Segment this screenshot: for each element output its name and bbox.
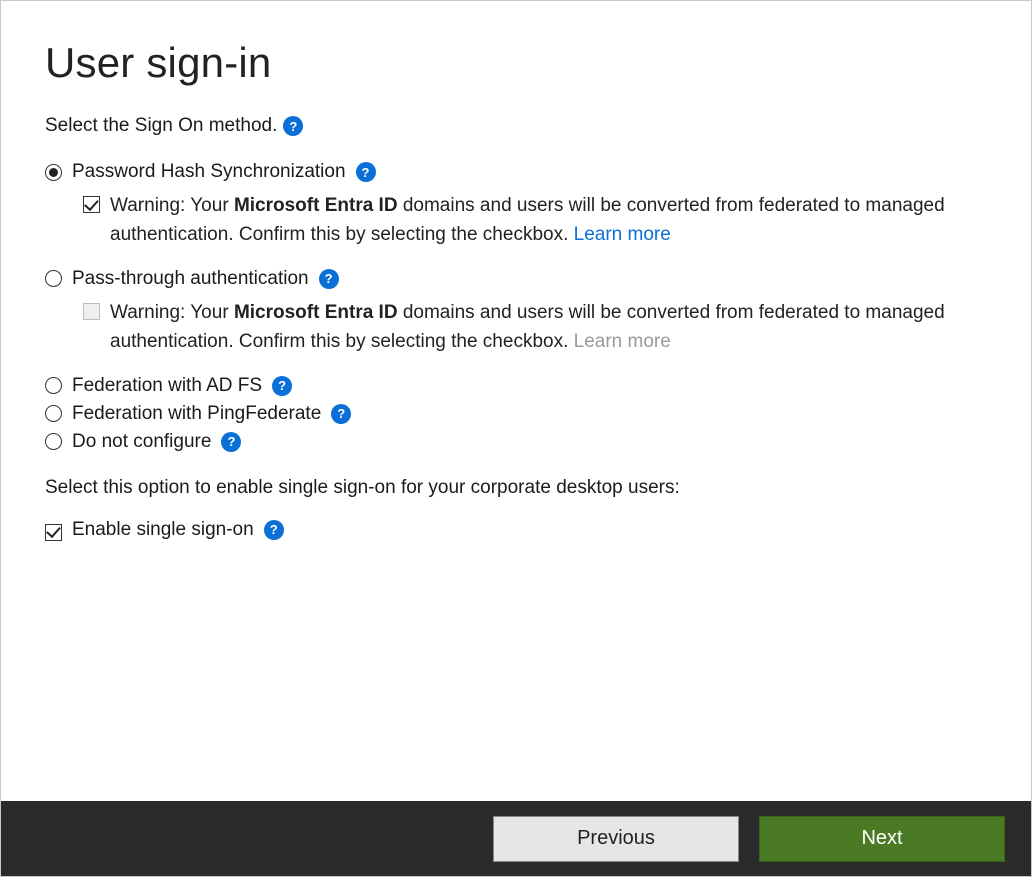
help-icon[interactable] — [356, 162, 376, 182]
radio-label: Federation with PingFederate — [72, 403, 321, 425]
signon-method-group: Password Hash Synchronization Warning: Y… — [45, 161, 987, 453]
help-icon[interactable] — [272, 376, 292, 396]
radio-label: Password Hash Synchronization — [72, 161, 346, 183]
signon-prompt-text: Select the Sign On method. — [45, 115, 277, 137]
help-icon[interactable] — [331, 404, 351, 424]
warning-bold: Microsoft Entra ID — [234, 302, 398, 323]
radio-label: Pass-through authentication — [72, 268, 309, 290]
radio-federation-adfs[interactable]: Federation with AD FS — [45, 375, 987, 397]
wizard-footer: Previous Next — [1, 801, 1031, 876]
radio-pass-through-auth[interactable]: Pass-through authentication — [45, 268, 987, 290]
radio-icon — [45, 405, 62, 422]
next-button[interactable]: Next — [759, 816, 1005, 862]
help-icon[interactable] — [319, 269, 339, 289]
phs-warning-row: Warning: Your Microsoft Entra ID domains… — [83, 191, 987, 250]
radio-password-hash-sync[interactable]: Password Hash Synchronization — [45, 161, 987, 183]
help-icon[interactable] — [221, 432, 241, 452]
pta-warning-checkbox — [83, 303, 100, 320]
warning-prefix: Warning: Your — [110, 195, 234, 216]
enable-sso-label: Enable single sign-on — [72, 519, 254, 541]
phs-warning-checkbox[interactable] — [83, 196, 100, 213]
pta-warning-text: Warning: Your Microsoft Entra ID domains… — [110, 298, 987, 357]
sso-prompt: Select this option to enable single sign… — [45, 477, 987, 499]
radio-label: Do not configure — [72, 431, 211, 453]
pta-warning-row: Warning: Your Microsoft Entra ID domains… — [83, 298, 987, 357]
warning-bold: Microsoft Entra ID — [234, 195, 398, 216]
radio-icon — [45, 164, 62, 181]
previous-button[interactable]: Previous — [493, 816, 739, 862]
phs-warning-text: Warning: Your Microsoft Entra ID domains… — [110, 191, 987, 250]
warning-prefix: Warning: Your — [110, 302, 234, 323]
radio-label: Federation with AD FS — [72, 375, 262, 397]
help-icon[interactable] — [283, 116, 303, 136]
radio-icon — [45, 377, 62, 394]
wizard-content: User sign-in Select the Sign On method. … — [1, 1, 1031, 801]
radio-icon — [45, 433, 62, 450]
help-icon[interactable] — [264, 520, 284, 540]
signon-prompt: Select the Sign On method. — [45, 115, 987, 137]
radio-icon — [45, 270, 62, 287]
radio-federation-pingfederate[interactable]: Federation with PingFederate — [45, 403, 987, 425]
page-title: User sign-in — [45, 39, 987, 87]
learn-more-link[interactable]: Learn more — [574, 224, 671, 245]
enable-sso-checkbox[interactable] — [45, 524, 62, 541]
sso-row: Enable single sign-on — [45, 519, 987, 541]
radio-do-not-configure[interactable]: Do not configure — [45, 431, 987, 453]
learn-more-link-disabled: Learn more — [574, 331, 671, 352]
wizard-window: User sign-in Select the Sign On method. … — [0, 0, 1032, 877]
